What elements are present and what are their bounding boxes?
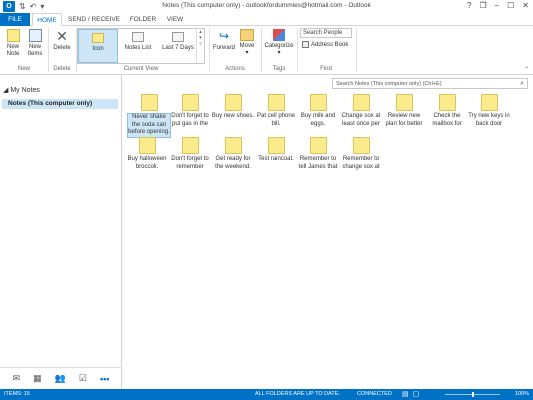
sticky-note-icon	[309, 137, 327, 154]
move-dropdown-icon: ▾	[245, 50, 249, 56]
note-item[interactable]: Remember to change sox at	[339, 137, 383, 171]
new-items-button[interactable]: New Items	[25, 29, 45, 58]
tab-send-receive[interactable]: SEND / RECEIVE	[64, 13, 124, 26]
address-book-button[interactable]: Address Book	[302, 41, 348, 48]
sticky-note-icon	[181, 94, 199, 111]
sticky-note-icon	[267, 137, 285, 154]
tab-home[interactable]: HOME	[32, 13, 62, 26]
zoom-slider[interactable]	[445, 392, 500, 397]
items-count: ITEMS: 15	[4, 391, 30, 397]
sticky-note-icon	[224, 137, 242, 154]
categorize-icon	[273, 29, 285, 41]
calendar-icon[interactable]: ▦	[33, 373, 42, 384]
note-item[interactable]: Remember to tell James that	[296, 137, 340, 171]
last-7-days-icon	[172, 32, 184, 42]
tab-view[interactable]: VIEW	[162, 13, 188, 26]
ribbon-display-options-button[interactable]: ❐	[480, 0, 487, 12]
normal-view-icon[interactable]: ▤	[402, 390, 409, 399]
sticky-note-icon	[181, 137, 199, 154]
note-item[interactable]: Change sox at least once per	[339, 94, 383, 128]
delete-x-icon: ✕	[56, 28, 68, 44]
notes-list-icon	[132, 32, 144, 42]
navigation-pane: ◢ My Notes Notes (This computer only) ✉ …	[0, 75, 122, 389]
note-item[interactable]: Get ready for the weekend.	[211, 137, 255, 171]
search-people-input[interactable]: Search People	[300, 28, 352, 38]
collapse-ribbon-icon[interactable]: ⌃	[524, 66, 529, 73]
outlook-window: O ⇅ ↶ ▾ Notes (This computer only) - out…	[0, 0, 533, 400]
view-icon-option[interactable]: Icon	[78, 29, 118, 63]
forward-arrow-icon: ↪	[218, 29, 230, 43]
sticky-note-icon	[438, 94, 456, 111]
connection-status: CONNECTED	[357, 391, 392, 397]
maximize-button[interactable]: ☐	[507, 0, 514, 12]
sticky-note-icon	[6, 29, 20, 42]
new-note-button[interactable]: New Note	[3, 29, 23, 58]
note-item[interactable]: Check the mailbox for	[425, 94, 469, 128]
gallery-scroll[interactable]: ▴ ▾ ▿	[196, 29, 204, 63]
mail-icon[interactable]: ✉	[13, 373, 21, 384]
group-new-label: New	[17, 66, 30, 72]
group-current-view-label: Current View	[123, 66, 159, 72]
move-button[interactable]: Move ▾	[237, 29, 257, 57]
forward-button[interactable]: ↪ Forward	[212, 29, 236, 52]
categorize-button[interactable]: Categorize ▾	[263, 29, 295, 57]
group-actions-label: Actions	[225, 66, 245, 72]
group-delete-label: Delete	[53, 66, 71, 72]
search-notes-input[interactable]: Search Notes (This computer only) (Ctrl+…	[332, 78, 528, 89]
note-item[interactable]: Don't forget to remember	[168, 137, 212, 171]
new-items-icon	[28, 29, 42, 42]
people-icon[interactable]: 👥	[55, 373, 66, 384]
view-notes-list-option[interactable]: Notes List	[118, 29, 158, 63]
note-item[interactable]: Don't forget to put gas in the	[168, 94, 212, 128]
note-item[interactable]: Pat cell phone bill.	[254, 94, 298, 128]
tab-file[interactable]: FILE	[0, 13, 30, 26]
view-last-7-days-option[interactable]: Last 7 Days	[158, 29, 198, 63]
sticky-note-icon	[395, 94, 413, 111]
note-item[interactable]: Review new plan for better	[382, 94, 426, 128]
sticky-note-icon	[352, 94, 370, 111]
note-item[interactable]: Never shake the soda can before opening.	[127, 94, 171, 138]
notes-icon-view: Never shake the soda can before opening.…	[123, 92, 533, 389]
minimize-button[interactable]: –	[495, 0, 499, 12]
note-item[interactable]: Test raincoat.	[254, 137, 298, 164]
note-item[interactable]: Buy new shoes.	[211, 94, 255, 121]
more-icon[interactable]: •••	[100, 374, 109, 384]
folder-notes-this-computer[interactable]: Notes (This computer only)	[2, 99, 118, 109]
group-find-label: Find	[320, 66, 332, 72]
zoom-level[interactable]: 100%	[515, 389, 529, 400]
title-bar: O ⇅ ↶ ▾ Notes (This computer only) - out…	[0, 0, 533, 13]
tasks-icon[interactable]: ☑	[79, 373, 87, 384]
delete-button[interactable]: ✕ Delete	[50, 29, 74, 52]
status-bar: ITEMS: 15 ALL FOLDERS ARE UP TO DATE. CO…	[0, 389, 533, 400]
icon-view-icon	[92, 33, 104, 43]
sticky-note-icon	[224, 94, 242, 111]
reading-view-icon[interactable]: ▢	[413, 390, 420, 399]
close-button[interactable]: ✕	[522, 0, 529, 12]
search-icon[interactable]: ⌕	[520, 79, 524, 89]
module-switcher: ✉ ▦ 👥 ☑ •••	[0, 367, 122, 389]
move-folder-icon	[240, 29, 254, 41]
ribbon-tabs: FILE HOME SEND / RECEIVE FOLDER VIEW	[0, 13, 533, 26]
window-title: Notes (This computer only) - outlookford…	[162, 2, 371, 9]
my-notes-heading[interactable]: ◢ My Notes	[3, 86, 40, 94]
sticky-note-icon	[138, 137, 156, 154]
note-item[interactable]: Buy halloween broccoli.	[125, 137, 169, 171]
collapse-triangle-icon: ◢	[3, 87, 9, 94]
sticky-note-icon	[352, 137, 370, 154]
current-view-gallery: Icon Notes List Last 7 Days ▴ ▾ ▿	[77, 28, 205, 64]
note-item[interactable]: Buy milk and eggs.	[296, 94, 340, 128]
sticky-note-icon	[480, 94, 498, 111]
ribbon: New Note New Items New ✕ Delete Delete I…	[0, 26, 533, 75]
sticky-note-icon	[140, 94, 158, 111]
group-tags-label: Tags	[272, 66, 286, 72]
categorize-dropdown-icon: ▾	[277, 50, 281, 56]
sticky-note-icon	[267, 94, 285, 111]
tab-folder[interactable]: FOLDER	[127, 13, 159, 26]
help-button[interactable]: ?	[467, 0, 471, 12]
zoom-slider-thumb[interactable]	[472, 392, 474, 397]
sticky-note-icon	[309, 94, 327, 111]
address-book-icon	[302, 41, 309, 48]
sync-status: ALL FOLDERS ARE UP TO DATE.	[255, 391, 340, 397]
note-item[interactable]: Try new keys in back door	[467, 94, 511, 128]
